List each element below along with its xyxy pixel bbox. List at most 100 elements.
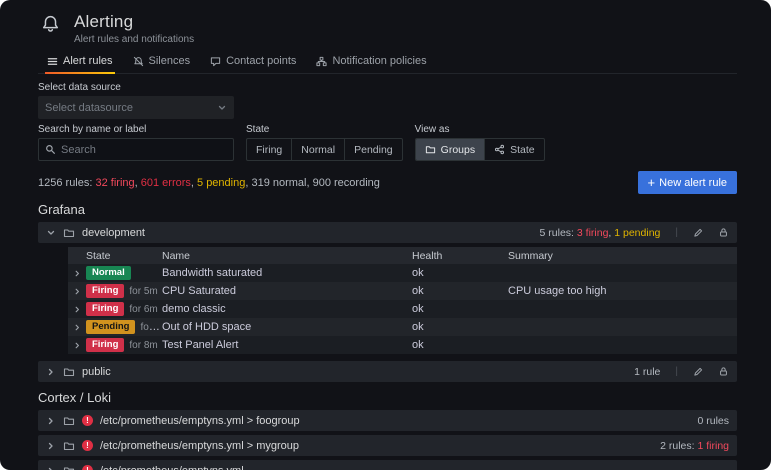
rule-health: ok [412, 321, 508, 333]
search-input[interactable] [61, 144, 227, 156]
col-health: Health [412, 250, 508, 262]
rule-name: Test Panel Alert [162, 339, 412, 351]
rule-summary: CPU usage too high [508, 285, 737, 297]
col-summary: Summary [508, 250, 737, 262]
rule-name: CPU Saturated [162, 285, 412, 297]
error-icon: ! [82, 465, 93, 470]
chevron-right-icon[interactable] [68, 305, 86, 314]
grafana-section: Grafana development 5 rules: 3 firing, 1… [38, 202, 737, 382]
chevron-down-icon[interactable] [46, 228, 56, 238]
tab-notification-policies[interactable]: Notification policies [307, 51, 435, 73]
col-name: Name [162, 250, 412, 262]
group-stats: 2 rules: 1 firing [660, 440, 729, 452]
tab-alert-rules[interactable]: Alert rules [38, 51, 122, 73]
tab-silences[interactable]: Silences [124, 51, 200, 73]
sitemap-icon [316, 56, 327, 67]
group-stats: 1 rule [634, 366, 660, 378]
state-filter-normal[interactable]: Normal [291, 139, 344, 160]
section-title-cortex-loki: Cortex / Loki [38, 390, 737, 405]
section-title-grafana: Grafana [38, 202, 737, 217]
cortex-loki-section: Cortex / Loki ! /etc/prometheus/emptyns.… [38, 390, 737, 470]
folder-icon [63, 366, 75, 378]
tabbar: Alert rules Silences Contact points Noti… [38, 51, 737, 74]
chevron-right-icon[interactable] [46, 466, 56, 470]
chevron-right-icon[interactable] [68, 287, 86, 296]
filters-panel: Select data source Select datasource Sea… [38, 82, 737, 161]
group-row-mygroup[interactable]: ! /etc/prometheus/emptyns.yml > mygroup … [38, 435, 737, 456]
state-badge: Firing [86, 302, 124, 316]
group-row-public[interactable]: public 1 rule | [38, 361, 737, 382]
chevron-right-icon[interactable] [68, 269, 86, 278]
group-name: public [82, 366, 111, 378]
view-as-group: Groups State [415, 138, 545, 161]
col-state: State [86, 250, 162, 262]
rules-summary: 1256 rules: 32 firing, 601 errors, 5 pen… [38, 177, 380, 189]
search-icon [45, 144, 56, 155]
chevron-right-icon[interactable] [46, 367, 56, 377]
new-alert-rule-label: New alert rule [659, 177, 727, 189]
lock-icon[interactable] [718, 366, 729, 377]
rules-table: State Name Health Summary Normal Bandwid… [68, 247, 737, 354]
rule-row-out-of-hdd-space[interactable]: Pendingfor 2m Out of HDD space ok [68, 318, 737, 336]
group-name: /etc/prometheus/emptyns.yml [100, 465, 244, 470]
error-icon: ! [82, 415, 93, 426]
comment-share-icon [210, 56, 221, 67]
edit-group-icon[interactable] [693, 366, 704, 377]
datasource-select-placeholder: Select datasource [45, 102, 133, 114]
rule-health: ok [412, 339, 508, 351]
page-title: Alerting [74, 12, 194, 32]
view-as-state-label: State [510, 144, 535, 156]
rule-row-cpu-saturated[interactable]: Firingfor 5m CPU Saturated ok CPU usage … [68, 282, 737, 300]
search-label: Search by name or label [38, 124, 234, 135]
view-as-groups[interactable]: Groups [416, 139, 484, 160]
divider: | [675, 366, 678, 377]
search-box[interactable] [38, 138, 234, 161]
chevron-down-icon [217, 103, 227, 113]
group-row-foogroup[interactable]: ! /etc/prometheus/emptyns.yml > foogroup… [38, 410, 737, 431]
group-row-development[interactable]: development 5 rules: 3 firing, 1 pending… [38, 222, 737, 243]
chevron-right-icon[interactable] [68, 323, 86, 332]
rule-health: ok [412, 267, 508, 279]
tab-label: Alert rules [63, 55, 113, 67]
chevron-right-icon[interactable] [68, 341, 86, 350]
group-row-cutoff[interactable]: ! /etc/prometheus/emptyns.yml [38, 460, 737, 470]
state-filter-pending[interactable]: Pending [344, 139, 402, 160]
alerting-bell-icon [40, 14, 61, 35]
page-header: Alerting Alert rules and notifications [0, 0, 771, 45]
folder-icon [63, 227, 75, 239]
chevron-right-icon[interactable] [46, 416, 56, 426]
rule-row-bandwidth-saturated[interactable]: Normal Bandwidth saturated ok [68, 264, 737, 282]
state-badge: Firing [86, 338, 124, 352]
tab-label: Contact points [226, 55, 296, 67]
folder-icon [63, 440, 75, 452]
share-nodes-icon [494, 144, 505, 155]
state-filter-group: Firing Normal Pending [246, 138, 403, 161]
group-name: development [82, 227, 145, 239]
group-stats: 0 rules [697, 415, 729, 427]
group-stats: 5 rules: 3 firing, 1 pending [540, 227, 661, 239]
folder-icon [63, 465, 75, 470]
datasource-label: Select data source [38, 82, 737, 93]
tab-contact-points[interactable]: Contact points [201, 51, 305, 73]
new-alert-rule-button[interactable]: + New alert rule [638, 171, 737, 194]
view-as-label: View as [415, 124, 545, 135]
divider: | [675, 227, 678, 238]
rule-row-test-panel-alert[interactable]: Firingfor 8m Test Panel Alert ok [68, 336, 737, 354]
rule-health: ok [412, 285, 508, 297]
group-name: /etc/prometheus/emptyns.yml > mygroup [100, 440, 299, 452]
tab-label: Silences [149, 55, 191, 67]
lock-icon[interactable] [718, 227, 729, 238]
state-filter-firing[interactable]: Firing [247, 139, 291, 160]
state-badge: Normal [86, 266, 131, 280]
rule-name: Bandwidth saturated [162, 267, 412, 279]
state-badge: Pending [86, 320, 135, 334]
state-badge: Firing [86, 284, 124, 298]
edit-group-icon[interactable] [693, 227, 704, 238]
folder-icon [425, 144, 436, 155]
chevron-right-icon[interactable] [46, 441, 56, 451]
view-as-groups-label: Groups [441, 144, 475, 156]
rule-row-demo-classic[interactable]: Firingfor 6m demo classic ok [68, 300, 737, 318]
page-subtitle: Alert rules and notifications [74, 34, 194, 45]
view-as-state[interactable]: State [484, 139, 544, 160]
datasource-select[interactable]: Select datasource [38, 96, 234, 119]
